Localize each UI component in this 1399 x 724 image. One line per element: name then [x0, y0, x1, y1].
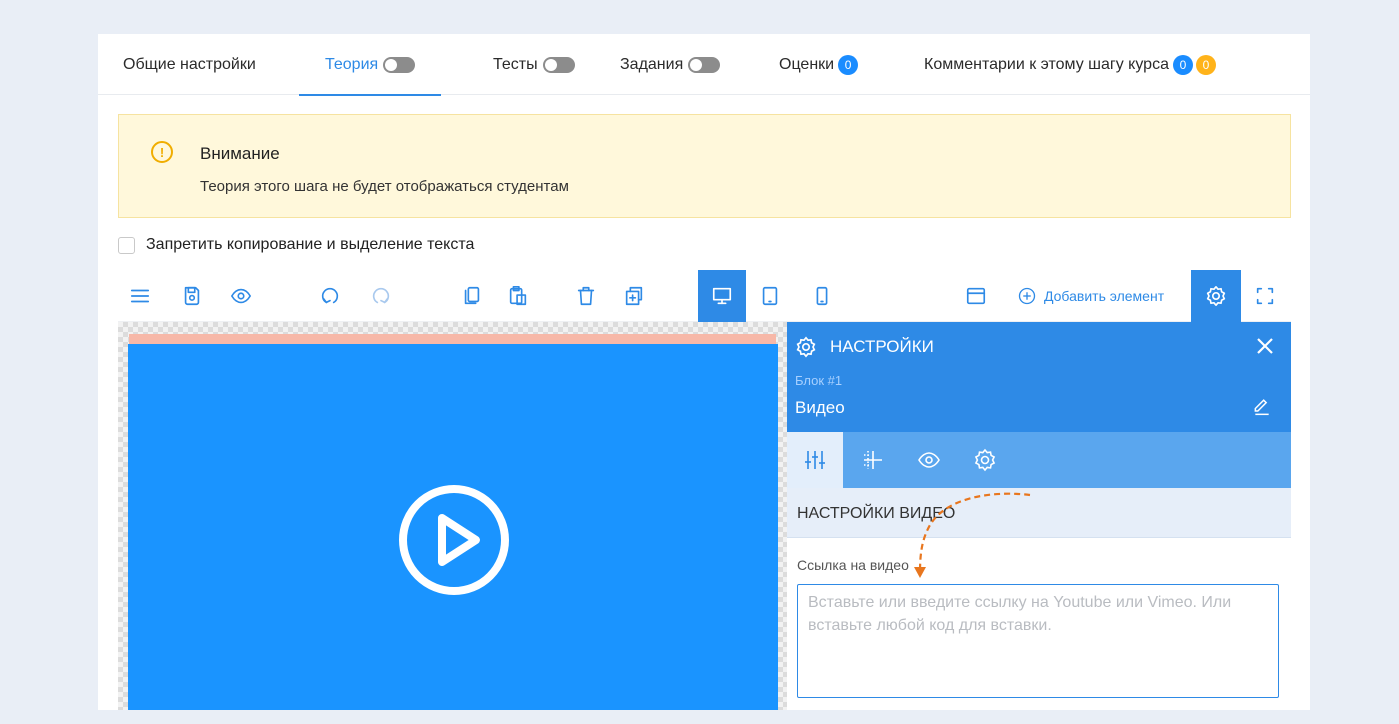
add-element-label: Добавить элемент [1044, 288, 1165, 304]
editor-toolbar: Добавить элемент [118, 270, 1291, 322]
warning-icon: ! [151, 141, 173, 163]
tests-toggle[interactable] [542, 56, 575, 73]
tab-assignments[interactable]: Задания [620, 34, 721, 95]
comments-count-badge: 0 [1172, 54, 1193, 75]
tab-comments[interactable]: Комментарии к этому шагу курса 0 0 [924, 34, 1216, 95]
video-settings-title: НАСТРОЙКИ ВИДЕО [797, 505, 956, 522]
alert-title: Внимание [200, 144, 280, 163]
theory-toggle[interactable] [383, 56, 416, 73]
window-icon[interactable] [956, 270, 996, 322]
tab-label: Общие настройки [123, 55, 256, 73]
block-label: Блок #1 [795, 373, 843, 388]
menu-icon[interactable] [120, 270, 160, 322]
video-block[interactable] [128, 344, 778, 710]
sliders-icon[interactable] [787, 432, 843, 488]
tab-label: Тесты [493, 55, 538, 73]
add-element-button[interactable]: Добавить элемент [1017, 270, 1164, 322]
tab-grades[interactable]: Оценки 0 [779, 34, 859, 95]
copy-protect-label[interactable]: Запретить копирование и выделение текста [146, 236, 474, 254]
editor-page: Общие настройки Теория Тесты Задания Оце… [98, 34, 1310, 710]
block-name: Видео [795, 398, 845, 417]
settings-panel-header: НАСТРОЙКИ Блок #1 Видео [787, 322, 1291, 432]
copy-protect-row[interactable]: Запретить копирование и выделение текста [118, 235, 474, 255]
tab-tests[interactable]: Тесты [493, 34, 575, 95]
tab-label: Задания [620, 55, 684, 73]
settings-panel: НАСТРОЙКИ Блок #1 Видео НАСТРОЙКИ ВИДЕО … [787, 322, 1291, 710]
settings-panel-title: НАСТРОЙКИ [830, 337, 934, 356]
undo-icon[interactable] [310, 270, 350, 322]
grades-count-badge: 0 [838, 54, 859, 75]
edit-pencil-icon[interactable] [1252, 396, 1276, 420]
redo-icon[interactable] [361, 270, 401, 322]
tab-label: Теория [325, 55, 379, 73]
plus-circle-icon [1018, 287, 1036, 305]
grid-layout-icon[interactable] [845, 432, 901, 488]
gear-icon [795, 336, 817, 358]
visibility-eye-icon[interactable] [901, 432, 957, 488]
copy-protect-checkbox[interactable] [118, 236, 135, 254]
play-icon[interactable] [398, 484, 510, 596]
paste-icon[interactable] [498, 270, 538, 322]
copy-icon[interactable] [452, 270, 492, 322]
save-icon[interactable] [172, 270, 212, 322]
settings-panel-tabs [787, 432, 1291, 488]
editor-canvas [118, 322, 787, 710]
video-settings-section: НАСТРОЙКИ ВИДЕО [787, 488, 1291, 538]
preview-eye-icon[interactable] [221, 270, 261, 322]
tablet-icon[interactable] [750, 270, 790, 322]
tab-general-settings[interactable]: Общие настройки [123, 34, 256, 95]
assignments-toggle[interactable] [688, 56, 721, 73]
tab-label: Комментарии к этому шагу курса [924, 55, 1169, 73]
comments-new-badge: 0 [1195, 54, 1216, 75]
tab-theory[interactable]: Теория [299, 34, 442, 96]
mobile-icon[interactable] [802, 270, 842, 322]
video-link-label: Ссылка на видео [797, 557, 909, 573]
desktop-icon[interactable] [698, 270, 746, 322]
tab-label: Оценки [779, 55, 835, 73]
video-link-input[interactable] [797, 584, 1279, 698]
delete-icon[interactable] [566, 270, 606, 322]
alert-text: Теория этого шага не будет отображаться … [200, 178, 569, 195]
advanced-settings-icon[interactable] [957, 432, 1013, 488]
duplicate-icon[interactable] [614, 270, 654, 322]
close-icon[interactable] [1251, 332, 1279, 360]
block-highlight-strip [129, 334, 776, 344]
warning-alert: ! Внимание Теория этого шага не будет от… [118, 114, 1291, 218]
settings-gear-icon[interactable] [1191, 270, 1241, 322]
fullscreen-icon[interactable] [1245, 270, 1285, 322]
tab-bar: Общие настройки Теория Тесты Задания Оце… [98, 34, 1310, 96]
